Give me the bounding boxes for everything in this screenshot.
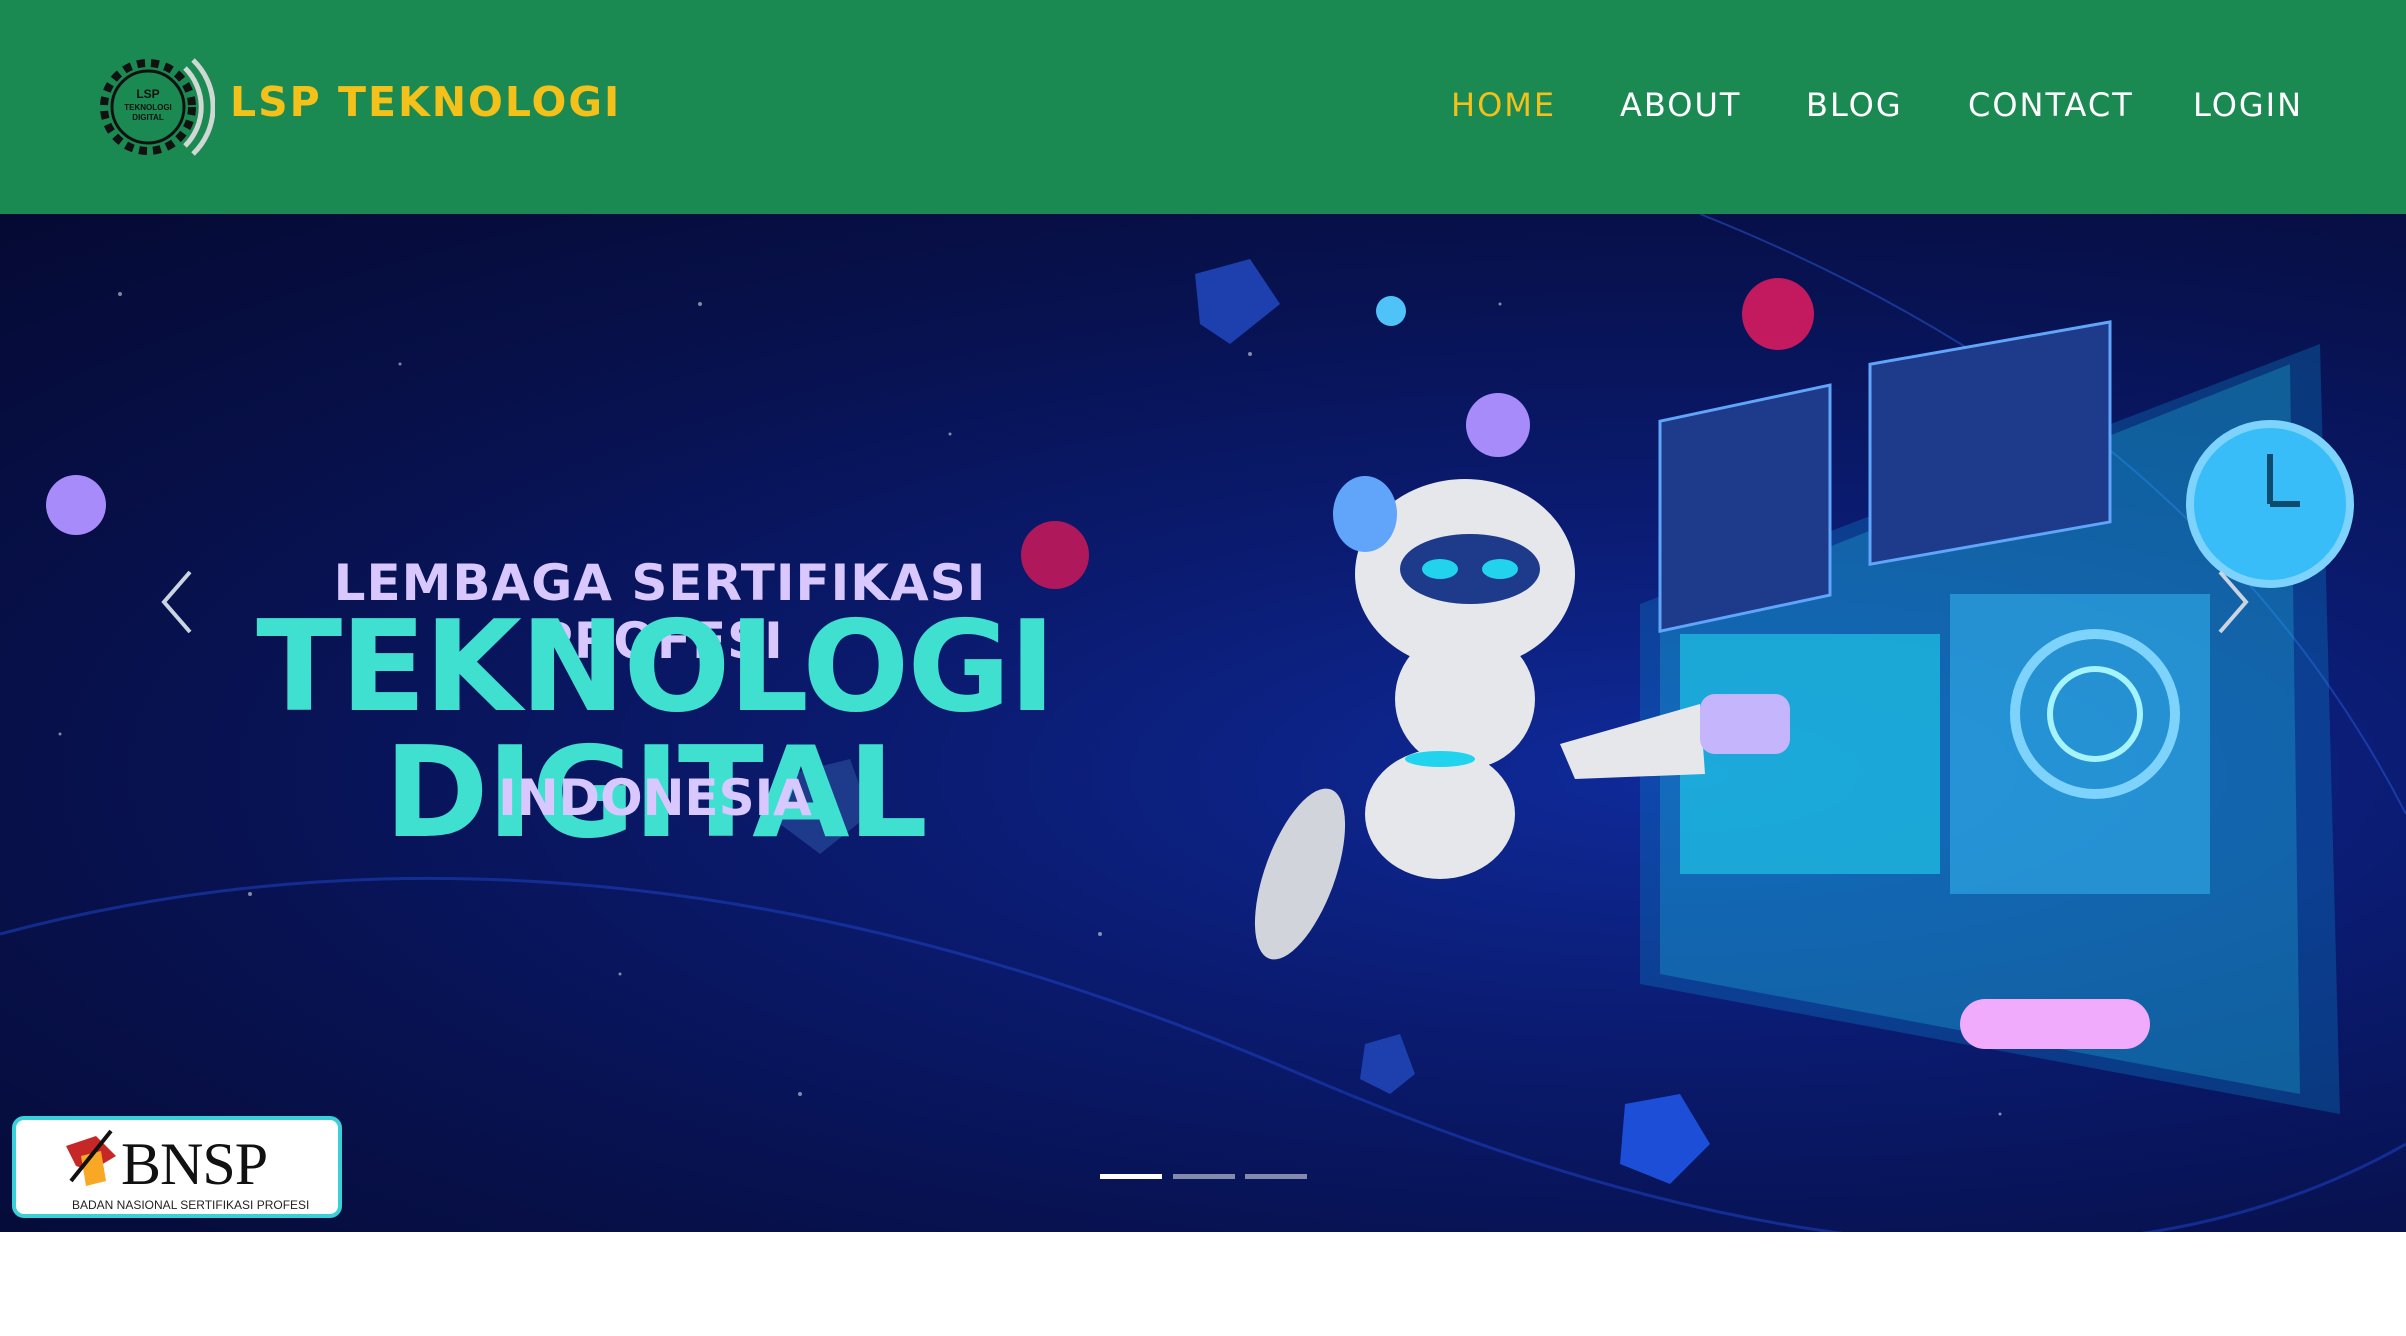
orb-purple-2 [1466, 393, 1530, 457]
site-header: LSP TEKNOLOGI DIGITAL LSP TEKNOLOGI HOME… [0, 0, 2406, 214]
nav-login[interactable]: LOGIN [2193, 86, 2303, 124]
carousel-next-button[interactable] [2200, 562, 2260, 642]
orb-pink-1 [1021, 521, 1089, 589]
hero-country: INDONESIA [498, 769, 812, 827]
cube-4 [1620, 1094, 1710, 1184]
bnsp-badge[interactable]: BNSP BADAN NASIONAL SERTIFIKASI PROFESI [12, 1116, 342, 1218]
chevron-left-icon [161, 570, 192, 634]
nav-contact[interactable]: CONTACT [1968, 86, 2134, 124]
carousel-indicator-1[interactable] [1100, 1174, 1162, 1179]
hero-carousel: LEMBAGA SERTIFIKASI PROFESI TEKNOLOGI DI… [0, 214, 2406, 1232]
chevron-right-icon [2218, 570, 2249, 634]
nav-blog[interactable]: BLOG [1806, 86, 1903, 124]
cube-1 [1195, 259, 1280, 344]
nav-home[interactable]: HOME [1451, 86, 1556, 124]
carousel-indicator-3[interactable] [1245, 1174, 1307, 1179]
bnsp-emblem-icon [66, 1129, 116, 1186]
carousel-prev-button[interactable] [150, 562, 210, 642]
orb-pink-2 [1742, 278, 1814, 350]
nav-about[interactable]: ABOUT [1620, 86, 1741, 124]
cube-3 [1360, 1034, 1415, 1094]
orb-purple-1 [46, 475, 106, 535]
main-nav: HOME ABOUT BLOG CONTACT LOGIN [0, 86, 2406, 126]
carousel-indicator-2[interactable] [1173, 1174, 1235, 1179]
bnsp-name: BNSP [121, 1131, 268, 1197]
bnsp-subtitle: BADAN NASIONAL SERTIFIKASI PROFESI [72, 1198, 310, 1212]
orb-blue [1376, 296, 1406, 326]
